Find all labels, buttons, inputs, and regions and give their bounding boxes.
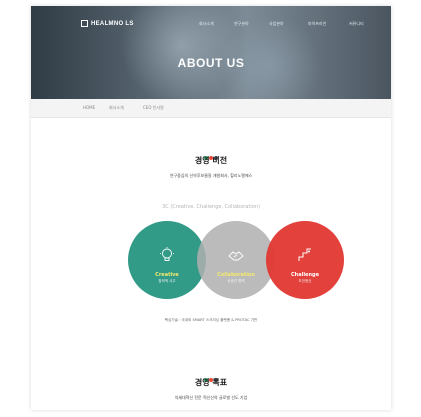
breadcrumb-page[interactable]: CEO 인사말 [143,105,164,111]
goal-subtitle: 차세대혁신 전문 혁신신약 글로벌 선도 기업 [174,395,248,400]
logo[interactable]: HEALMNO LS [81,20,134,27]
nav-item-pipeline[interactable]: 파이프라인 [308,21,326,27]
breadcrumb-section[interactable]: 회사소개 [109,105,124,111]
page-title: ABOUT US [177,56,245,70]
handshake-icon [228,251,244,261]
value-name: Collaboration [217,272,255,278]
lightbulb-icon [160,247,174,261]
logo-text: HEALMNO LS [91,21,134,28]
value-desc: 도전정신 [298,279,312,283]
hero-banner: HEALMNO LS 회사소개 연구분야 사업분야 파이프라인 커뮤니티 ABO… [31,6,391,99]
value-circle-creative: Creative 창의적 사고 [128,221,206,299]
value-desc: 창의적 사고 [158,279,176,283]
breadcrumb-home[interactable]: HOME [83,105,95,110]
page-frame: HEALMNO LS 회사소개 연구분야 사업분야 파이프라인 커뮤니티 ABO… [31,6,391,410]
value-name: Creative [155,272,179,278]
vision-tagline: 3C (Creative, Challenge, Collaboration) [162,204,260,210]
core-tech-note: 핵심기술 : 국내외 SMART 스크리닝 플랫폼 & PROTAC 기반 [164,318,258,322]
value-name: Challenge [291,272,319,278]
nav-item-research[interactable]: 연구분야 [234,21,249,27]
value-circle-collaboration: Collaboration 상호간 협력 [197,221,275,299]
nav-item-about[interactable]: 회사소개 [199,21,214,27]
breadcrumb: HOME 회사소개 CEO 인사말 [31,99,391,118]
climb-icon [298,248,311,261]
nav-item-business[interactable]: 사업분야 [269,21,284,27]
vision-title: 경영 비전 [194,156,228,165]
value-desc: 상호간 협력 [227,279,245,283]
value-circle-challenge: Challenge 도전정신 [266,221,344,299]
goal-title: 경영 목표 [194,378,228,387]
vision-subtitle: 연구중심의 신약후보물질 개발회사, 힐리노엘에스 [169,173,253,178]
top-nav: HEALMNO LS 회사소개 연구분야 사업분야 파이프라인 커뮤니티 [31,17,391,33]
logo-icon [81,20,88,27]
nav-item-community[interactable]: 커뮤니티 [349,21,364,27]
